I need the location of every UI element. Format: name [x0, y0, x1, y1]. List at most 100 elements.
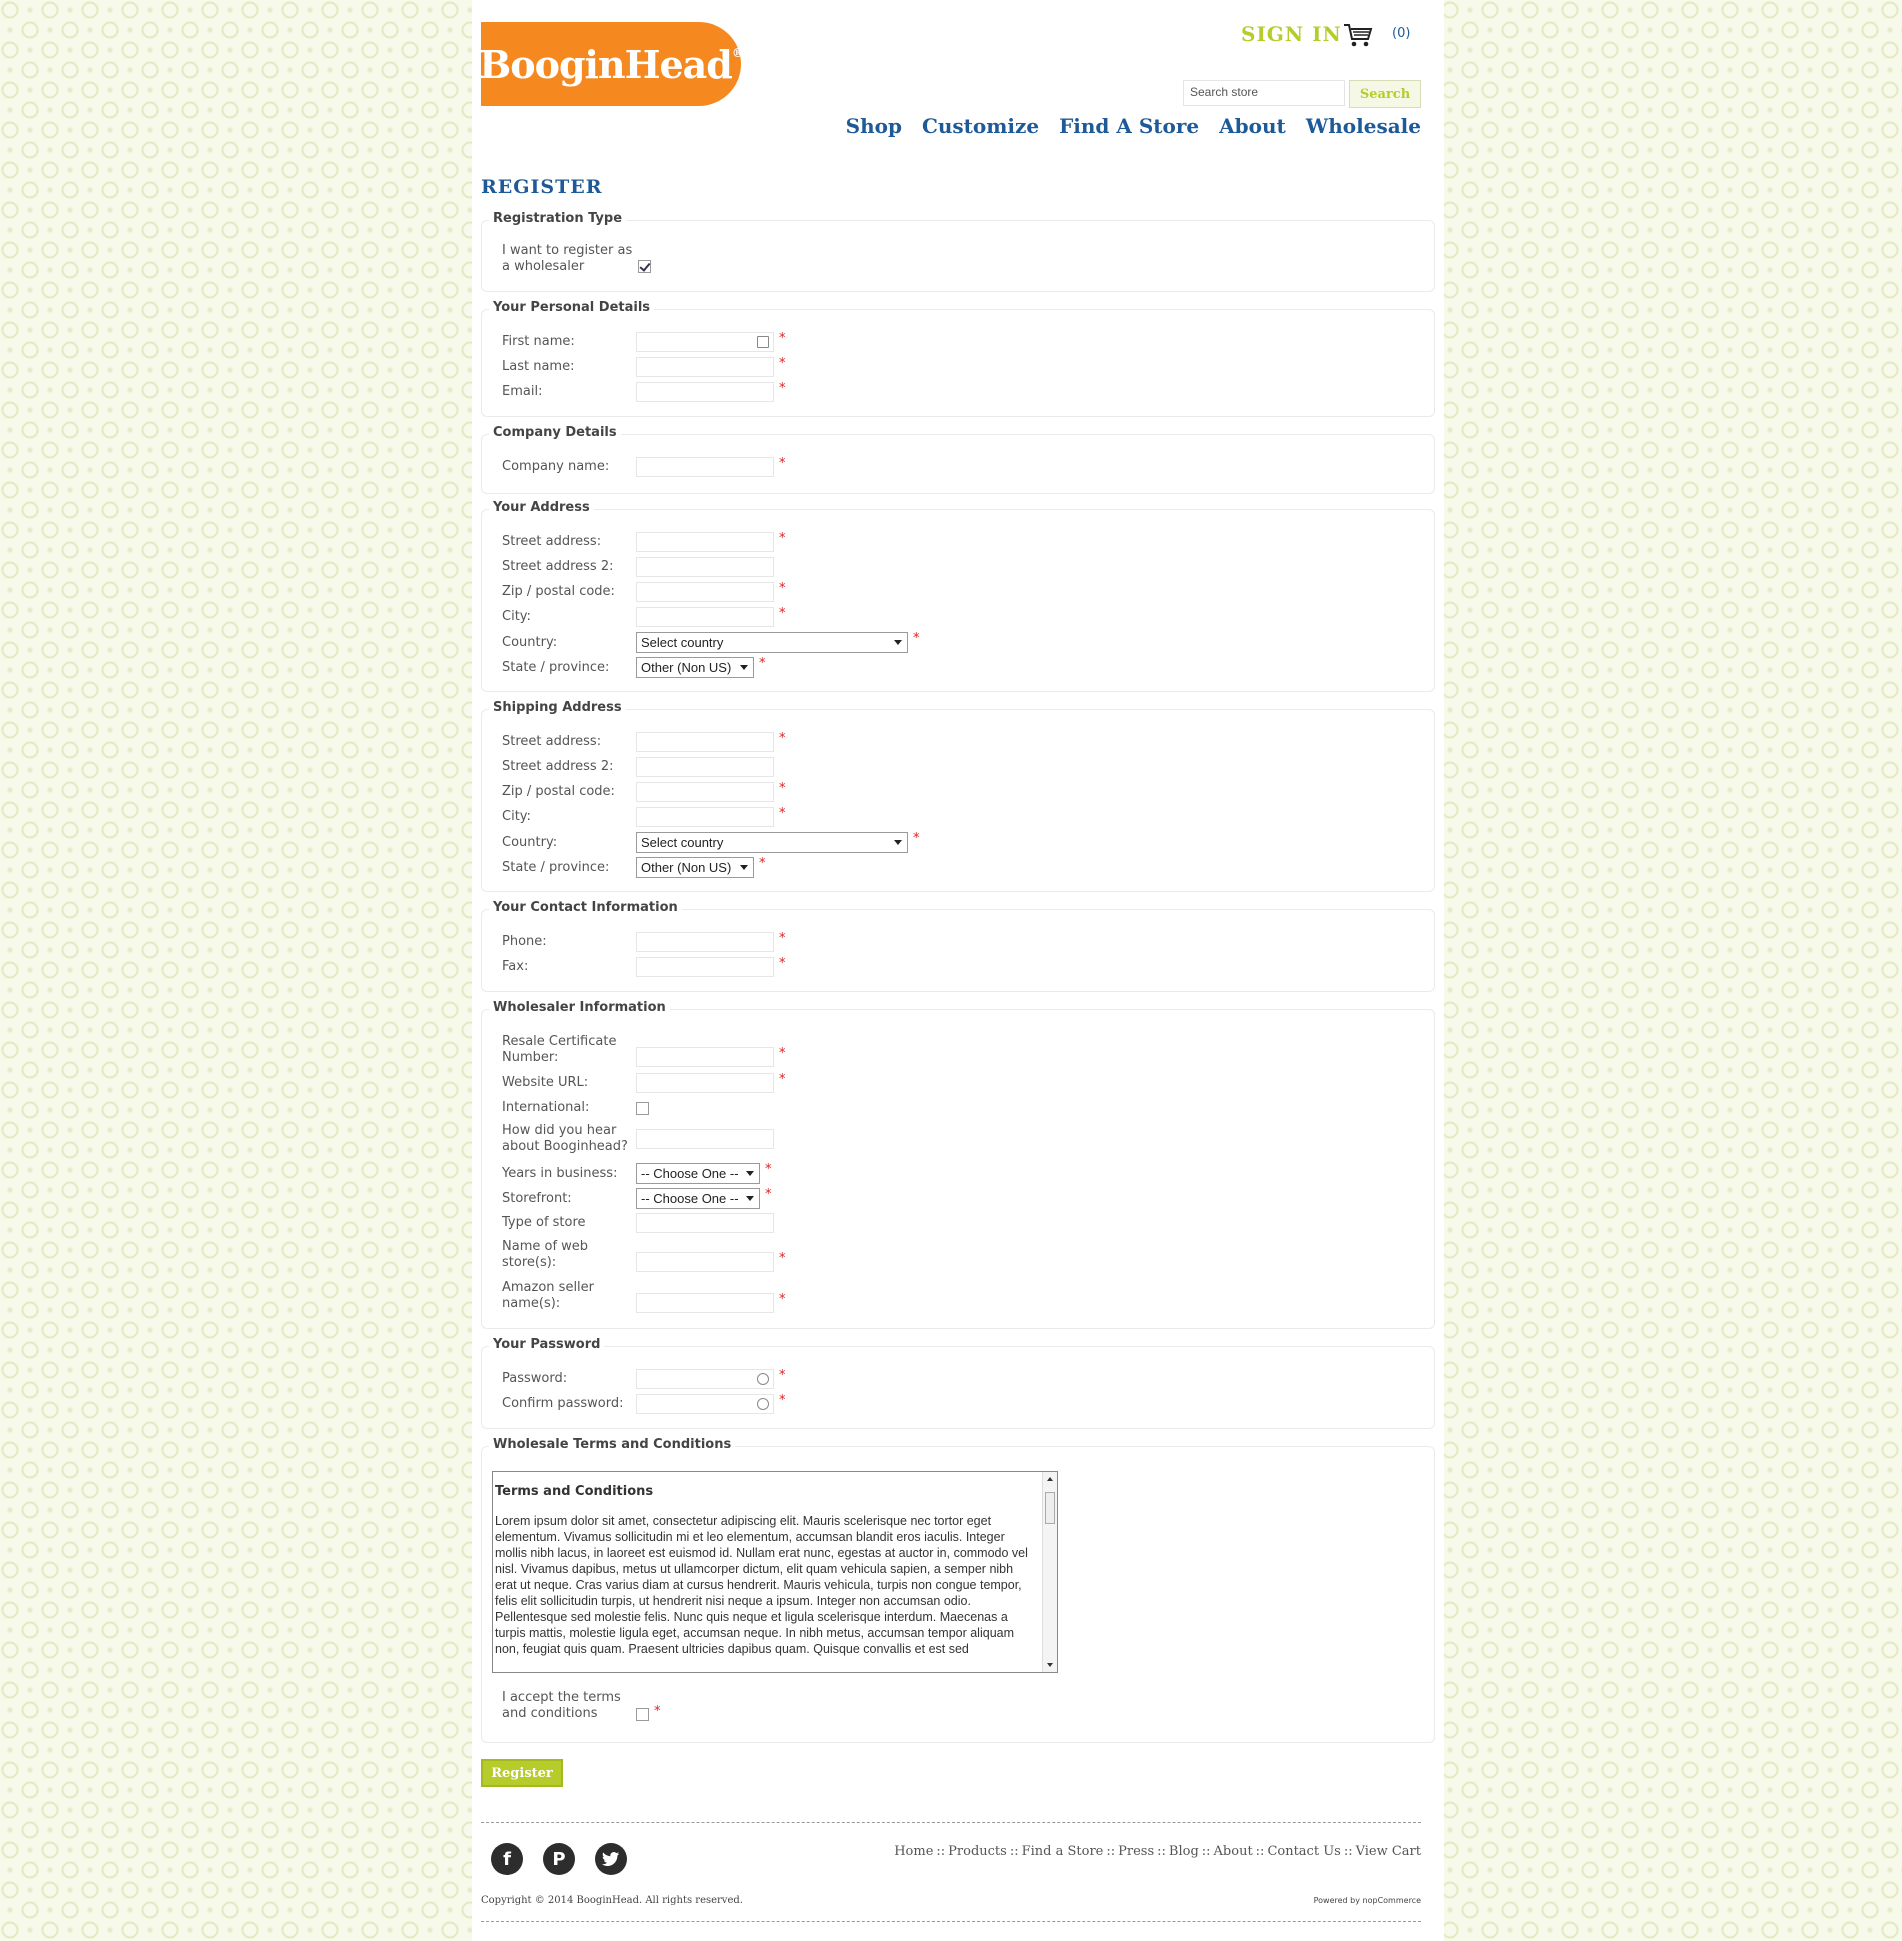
password-label: Password: — [502, 1371, 568, 1386]
ship-zip-input[interactable] — [636, 782, 774, 802]
nav-customize[interactable]: Customize — [922, 114, 1039, 138]
fax-input[interactable] — [636, 957, 774, 977]
scroll-down-icon[interactable] — [1047, 1663, 1053, 1667]
years-select[interactable]: -- Choose One -- — [636, 1163, 760, 1184]
ship-country-row: Country: Select country * — [502, 831, 920, 853]
years-label: Years in business: — [502, 1165, 618, 1181]
footer-link-products[interactable]: Products — [948, 1844, 1007, 1859]
footer-links: Home:: Products:: Find a Store:: Press::… — [894, 1844, 1421, 1859]
ship-street-row: Street address: * — [502, 731, 786, 752]
required-marker: * — [779, 1392, 786, 1408]
key-icon — [757, 1398, 769, 1410]
state-select[interactable]: Other (Non US) — [636, 657, 754, 678]
footer-link-view-cart[interactable]: View Cart — [1356, 1844, 1421, 1859]
accept-terms-checkbox[interactable] — [636, 1707, 649, 1721]
zip-input[interactable] — [636, 582, 774, 602]
required-marker: * — [913, 831, 920, 846]
chevron-down-icon — [740, 665, 748, 670]
resale-label: Resale Certificate Number: — [502, 1034, 617, 1065]
wholesaler-information-section: Wholesaler Information Resale Certificat… — [481, 1000, 1435, 1329]
required-marker: * — [779, 530, 786, 546]
required-marker: * — [779, 930, 786, 946]
country-select[interactable]: Select country — [636, 632, 908, 653]
section-legend: Company Details — [489, 425, 621, 440]
fax-row: Fax: * — [502, 956, 786, 977]
powered-by[interactable]: Powered by nopCommerce — [1314, 1896, 1421, 1905]
website-input[interactable] — [636, 1073, 774, 1093]
storefront-select[interactable]: -- Choose One -- — [636, 1188, 760, 1209]
shipping-address-section: Shipping Address Street address: * Street… — [481, 700, 1435, 892]
search-button[interactable]: Search — [1349, 80, 1421, 108]
street2-label: Street address 2: — [502, 559, 614, 574]
last-name-input[interactable] — [636, 357, 774, 377]
twitter-icon[interactable] — [595, 1843, 627, 1875]
password-input[interactable] — [636, 1369, 774, 1389]
cart-count[interactable]: (0) — [1392, 26, 1410, 41]
hear-input[interactable] — [636, 1129, 774, 1149]
storefront-row: Storefront: -- Choose One -- * — [502, 1187, 772, 1209]
country-row: Country: Select country * — [502, 631, 920, 653]
search-input[interactable]: Search store — [1183, 80, 1345, 106]
scroll-up-icon[interactable] — [1047, 1477, 1053, 1481]
zip-row: Zip / postal code: * — [502, 581, 786, 602]
ship-street2-input[interactable] — [636, 757, 774, 777]
city-input[interactable] — [636, 607, 774, 627]
resale-input[interactable] — [636, 1047, 774, 1067]
booginhead-logo[interactable]: BooginHead® — [479, 22, 744, 106]
nav-shop[interactable]: Shop — [846, 114, 902, 138]
facebook-icon[interactable]: f — [491, 1843, 523, 1875]
chevron-down-icon — [894, 840, 902, 845]
footer-link-press[interactable]: Press — [1118, 1844, 1154, 1859]
section-legend: Wholesaler Information — [489, 1000, 670, 1015]
type-of-store-row: Type of store — [502, 1213, 774, 1233]
international-checkbox[interactable] — [636, 1101, 649, 1115]
ship-country-select[interactable]: Select country — [636, 832, 908, 853]
type-of-store-input[interactable] — [636, 1213, 774, 1233]
nav-wholesale[interactable]: Wholesale — [1306, 114, 1421, 138]
email-row: Email: * — [502, 381, 786, 402]
ship-country-select-value: Select country — [641, 835, 724, 850]
footer-link-contact-us[interactable]: Contact Us — [1267, 1844, 1340, 1859]
ship-street-label: Street address: — [502, 734, 602, 749]
ship-city-label: City: — [502, 809, 531, 824]
required-marker: * — [779, 805, 786, 821]
sign-in-link[interactable]: SIGN IN — [1241, 22, 1342, 46]
ship-street-input[interactable] — [636, 732, 774, 752]
section-legend: Your Contact Information — [489, 900, 682, 915]
first-name-label: First name: — [502, 334, 575, 349]
web-stores-input[interactable] — [636, 1252, 774, 1272]
chevron-down-icon — [894, 640, 902, 645]
phone-input[interactable] — [636, 932, 774, 952]
first-name-input[interactable] — [636, 332, 774, 352]
register-button[interactable]: Register — [481, 1759, 563, 1787]
ship-state-select[interactable]: Other (Non US) — [636, 857, 754, 878]
ship-city-input[interactable] — [636, 807, 774, 827]
amazon-input[interactable] — [636, 1293, 774, 1313]
wholesaler-checkbox[interactable] — [638, 259, 651, 273]
pinterest-icon[interactable]: P — [543, 1843, 575, 1875]
footer-link-home[interactable]: Home — [894, 1844, 933, 1859]
company-name-input[interactable] — [636, 457, 774, 477]
ship-street2-row: Street address 2: — [502, 757, 774, 777]
terms-scrollbar[interactable] — [1042, 1472, 1057, 1672]
email-input[interactable] — [636, 382, 774, 402]
street2-input[interactable] — [636, 557, 774, 577]
footer-link-blog[interactable]: Blog — [1169, 1844, 1199, 1859]
password-row: Password: * — [502, 1368, 786, 1389]
state-select-value: Other (Non US) — [641, 660, 732, 675]
scroll-thumb[interactable] — [1045, 1492, 1055, 1524]
international-label: International: — [502, 1100, 590, 1115]
terms-scrollbox[interactable]: Terms and Conditions Lorem ipsum dolor s… — [492, 1471, 1058, 1673]
street-input[interactable] — [636, 532, 774, 552]
footer-link-find-a-store[interactable]: Find a Store — [1022, 1844, 1104, 1859]
confirm-password-input[interactable] — [636, 1394, 774, 1414]
shopping-cart-icon[interactable] — [1343, 22, 1373, 48]
ship-state-label: State / province: — [502, 859, 610, 875]
footer-sep: :: — [1157, 1844, 1166, 1859]
country-select-value: Select country — [641, 635, 724, 650]
required-marker: * — [779, 1291, 786, 1307]
nav-about[interactable]: About — [1219, 114, 1286, 138]
nav-find-a-store[interactable]: Find A Store — [1059, 114, 1199, 138]
required-marker: * — [779, 605, 786, 621]
footer-link-about[interactable]: About — [1214, 1844, 1253, 1859]
